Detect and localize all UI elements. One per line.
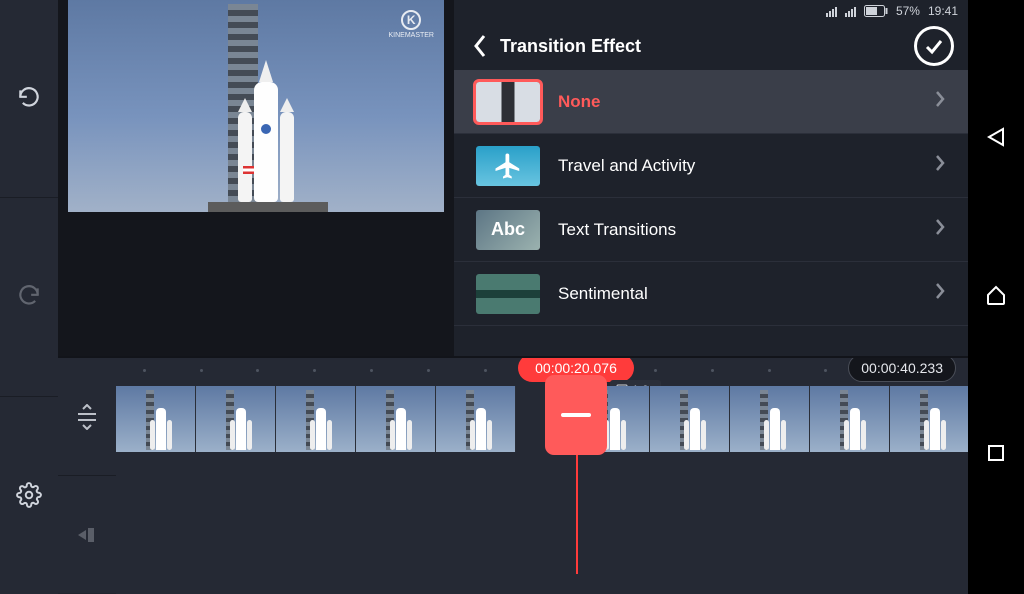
battery-icon xyxy=(864,5,888,17)
signal-icon xyxy=(845,5,856,17)
settings-button[interactable] xyxy=(0,397,58,594)
option-thumb xyxy=(476,82,540,122)
clip-strip[interactable] xyxy=(116,386,968,454)
option-label: Sentimental xyxy=(558,284,648,304)
option-thumb xyxy=(476,146,540,186)
transition-option-none[interactable]: None xyxy=(454,70,968,134)
signal-icon xyxy=(826,5,837,17)
left-toolbar xyxy=(0,0,58,594)
transition-option-list: None Travel and Activity Abc Text Transi… xyxy=(454,70,968,326)
chevron-right-icon xyxy=(934,89,946,114)
confirm-button[interactable] xyxy=(914,26,954,66)
option-thumb: Abc xyxy=(476,210,540,250)
transition-handle[interactable] xyxy=(548,378,604,452)
nav-back-button[interactable] xyxy=(985,126,1007,153)
transition-option-text[interactable]: Abc Text Transitions xyxy=(454,198,968,262)
chevron-right-icon xyxy=(934,281,946,306)
track-expand-button[interactable] xyxy=(58,358,116,476)
preview-frame[interactable]: K KINEMASTER xyxy=(68,0,444,212)
transition-option-sentimental[interactable]: Sentimental xyxy=(454,262,968,326)
transition-option-travel[interactable]: Travel and Activity xyxy=(454,134,968,198)
total-duration: 00:00:40.233 xyxy=(848,358,956,382)
jump-button[interactable] xyxy=(58,476,116,594)
transition-effect-panel: 57% 19:41 Transition Effect None xyxy=(454,0,968,356)
nav-home-button[interactable] xyxy=(985,284,1007,311)
option-thumb xyxy=(476,274,540,314)
redo-button[interactable] xyxy=(0,198,58,396)
nav-recents-button[interactable] xyxy=(986,443,1006,468)
watermark: K KINEMASTER xyxy=(388,10,434,39)
option-label: Travel and Activity xyxy=(558,156,695,176)
system-nav-bar xyxy=(968,0,1024,594)
panel-title: Transition Effect xyxy=(500,36,641,57)
option-label: Text Transitions xyxy=(558,220,676,240)
timeline[interactable]: 00:00:20.076 00:00:40.233 1.0x xyxy=(116,358,968,594)
chevron-right-icon xyxy=(934,153,946,178)
timeline-toolbar xyxy=(58,358,116,594)
clock: 19:41 xyxy=(928,4,958,18)
back-button[interactable] xyxy=(460,33,500,59)
preview-panel: K KINEMASTER xyxy=(58,0,454,356)
chevron-right-icon xyxy=(934,217,946,242)
status-bar: 57% 19:41 xyxy=(454,0,968,22)
option-label: None xyxy=(558,92,601,112)
battery-text: 57% xyxy=(896,4,920,18)
plane-icon xyxy=(493,151,523,181)
undo-button[interactable] xyxy=(0,0,58,198)
